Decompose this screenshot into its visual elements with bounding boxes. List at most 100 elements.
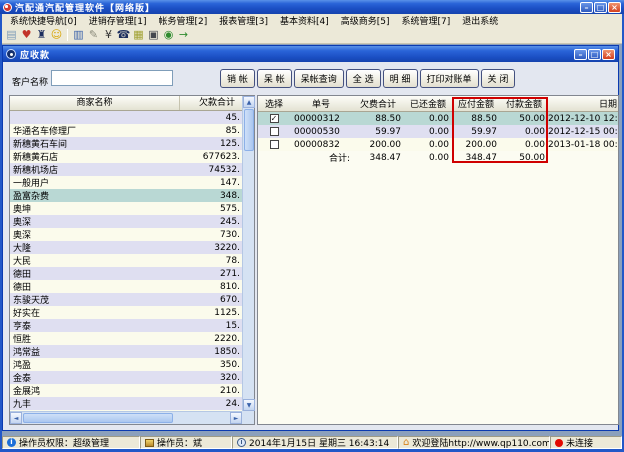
scroll-left-icon[interactable]: ◄ [10, 412, 22, 424]
merchant-row[interactable]: 45. [10, 111, 242, 124]
merchant-row[interactable]: 奥深730. [10, 228, 242, 241]
minimize-button[interactable]: – [580, 2, 593, 13]
merchant-row[interactable]: 好实在1125. [10, 306, 242, 319]
merchant-row[interactable]: 东骏天茂670. [10, 293, 242, 306]
vertical-scroll-thumb[interactable] [244, 109, 254, 151]
menu-item-nav[interactable]: 系统快捷导航[0] [4, 14, 83, 27]
merchant-row[interactable]: 德田271. [10, 267, 242, 280]
merchant-row[interactable]: 金展鸿210. [10, 384, 242, 397]
maximize-button[interactable]: □ [594, 2, 607, 13]
print-statement-button[interactable]: 打印对账单 [420, 69, 479, 88]
merchant-name: 大隆 [10, 241, 180, 254]
merchant-row[interactable]: 大隆3220. [10, 241, 242, 254]
merchant-row[interactable]: 鸿盈350. [10, 358, 242, 371]
merchant-row[interactable]: 一般用户147. [10, 176, 242, 189]
close-button[interactable]: × [608, 2, 621, 13]
merchant-owed-total: 670. [180, 295, 242, 305]
merchant-row[interactable]: 金泰320. [10, 371, 242, 384]
merchant-row[interactable]: 华通名车修理厂85. [10, 124, 242, 137]
customer-name-label: 客户名称 [12, 75, 48, 88]
bill-row[interactable]: 0000053059.970.0059.970.002012-12-15 00:… [258, 125, 618, 138]
welcome-text: 欢迎登陆http://www.qp110.com [412, 436, 550, 449]
merchant-row[interactable]: 九丰24. [10, 397, 242, 410]
operator-text: 操作员：斌 [157, 436, 202, 449]
owed-amount: 88.50 [352, 114, 404, 124]
bill-rows: ✓0000031288.500.0088.5050.002012-12-10 1… [258, 112, 618, 151]
bill-row[interactable]: 00000832200.000.00200.000.002013-01-18 0… [258, 138, 618, 151]
merchant-owed-total: 1125. [180, 308, 242, 318]
phone-icon[interactable]: ☎ [116, 28, 131, 42]
baddebt-button[interactable]: 呆 帐 [257, 69, 292, 88]
merchant-row[interactable]: 恒胜2220. [10, 332, 242, 345]
merchant-row[interactable]: 鸿常益1850. [10, 345, 242, 358]
money-icon[interactable]: ¥ [101, 28, 116, 42]
menu-item-inventory[interactable]: 进销存管理[1] [83, 14, 153, 27]
fax-icon[interactable]: ▦ [131, 28, 146, 42]
paid-header: 付款金额 [500, 97, 548, 110]
dialog-minimize-button[interactable]: – [574, 49, 587, 60]
bank-icon[interactable]: ♜ [34, 28, 49, 42]
merchant-owed-total: 45. [180, 113, 242, 123]
horizontal-scrollbar[interactable]: ◄ ► [10, 411, 242, 424]
writeoff-button[interactable]: 销 帐 [220, 69, 255, 88]
bill-row[interactable]: ✓0000031288.500.0088.5050.002012-12-10 1… [258, 112, 618, 125]
smiley-icon[interactable]: ☺ [49, 28, 64, 42]
menu-item-exit[interactable]: 退出系统 [456, 14, 504, 27]
edit-icon[interactable]: ✎ [86, 28, 101, 42]
app-window: 汽配通汽配管理软件【网络版】 – □ × 系统快捷导航[0] 进销存管理[1] … [0, 0, 624, 452]
menu-item-accounting[interactable]: 帐务管理[2] [153, 14, 214, 27]
menu-item-commerce[interactable]: 高级商务[5] [335, 14, 396, 27]
vertical-scrollbar[interactable]: ▲ ▼ [242, 96, 254, 411]
home-icon: ⌂ [403, 438, 409, 448]
merchant-name: 鸿盈 [10, 358, 180, 371]
baddebt-query-button[interactable]: 呆帐查询 [294, 69, 344, 88]
merchant-owed-total: 1850. [180, 347, 242, 357]
merchant-row[interactable]: 盈富杂费348. [10, 189, 242, 202]
bill-number: 00000312 [290, 114, 352, 124]
close-dialog-button[interactable]: 关 闭 [481, 69, 516, 88]
horizontal-scroll-thumb[interactable] [23, 413, 173, 423]
merchant-name: 金展鸿 [10, 384, 180, 397]
merchant-owed-total: 245. [180, 217, 242, 227]
merchant-row[interactable]: 奥深245. [10, 215, 242, 228]
checkbox-unchecked[interactable] [270, 140, 279, 149]
exit-icon[interactable]: → [176, 28, 191, 42]
action-buttons: 销 帐 呆 帐 呆帐查询 全 选 明 细 打印对账单 关 闭 [220, 69, 515, 88]
sale-icon[interactable]: ♥ [19, 28, 34, 42]
totals-repaid: 0.00 [404, 153, 452, 163]
merchant-row[interactable]: 新穗机场店74532. [10, 163, 242, 176]
merchant-row[interactable]: 新穗黄石店677623. [10, 150, 242, 163]
toolbar: ▤♥♜☺ ▥✎¥☎▦▣◉→ [0, 27, 624, 44]
invoice-icon[interactable]: ▥ [71, 28, 86, 42]
printer-icon[interactable]: ▤ [4, 28, 19, 42]
merchant-owed-total: 3220. [180, 243, 242, 253]
merchant-row[interactable]: 新穗黄石车间125. [10, 137, 242, 150]
scroll-right-icon[interactable]: ► [230, 412, 242, 424]
scrollbar-corner [242, 411, 254, 424]
merchant-name: 德田 [10, 280, 180, 293]
merchant-name: 亨泰 [10, 319, 180, 332]
scroll-down-icon[interactable]: ▼ [243, 399, 255, 411]
dialog-maximize-button[interactable]: □ [588, 49, 601, 60]
checkbox-checked[interactable]: ✓ [270, 114, 279, 123]
dialog-close-button[interactable]: × [602, 49, 615, 60]
select-all-button[interactable]: 全 选 [346, 69, 381, 88]
billno-header: 单号 [290, 97, 352, 110]
detail-button[interactable]: 明 细 [383, 69, 418, 88]
customer-name-input[interactable] [51, 70, 173, 86]
merchant-owed-total: 147. [180, 178, 242, 188]
owed-amount: 200.00 [352, 140, 404, 150]
merchant-name: 奥坤 [10, 202, 180, 215]
menu-item-reports[interactable]: 报表管理[3] [213, 14, 274, 27]
scroll-up-icon[interactable]: ▲ [243, 96, 255, 108]
merchant-row[interactable]: 奥坤575. [10, 202, 242, 215]
checkbox-unchecked[interactable] [270, 127, 279, 136]
merchant-row[interactable]: 德田810. [10, 280, 242, 293]
merchant-row[interactable]: 大民78. [10, 254, 242, 267]
cabinet-icon[interactable]: ▣ [146, 28, 161, 42]
menu-item-system[interactable]: 系统管理[7] [396, 14, 457, 27]
menu-item-basic-data[interactable]: 基本资料[4] [274, 14, 335, 27]
permission-text: 操作员权限：超级管理 [19, 436, 109, 449]
safe-icon[interactable]: ◉ [161, 28, 176, 42]
merchant-row[interactable]: 亨泰15. [10, 319, 242, 332]
